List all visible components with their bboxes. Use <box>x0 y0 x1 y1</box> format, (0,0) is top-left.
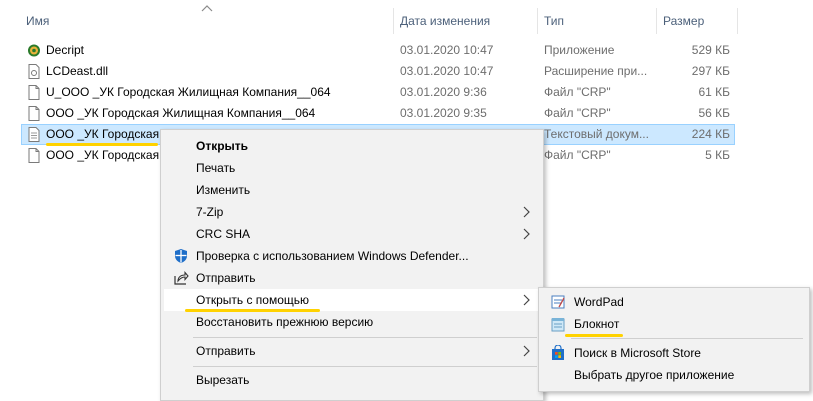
menu-item-label: 7-Zip <box>196 205 224 219</box>
menu-item-open[interactable]: Открыть <box>164 135 540 157</box>
column-size[interactable]: Размер <box>663 14 704 28</box>
submenu-item-choose-other[interactable]: Выбрать другое приложение <box>542 364 806 386</box>
menu-item-defender-scan[interactable]: Проверка с использованием Windows Defend… <box>164 245 540 267</box>
file-row[interactable]: ООО _УК Городская Жилищная Компания__064… <box>21 103 735 124</box>
file-name: Decript <box>46 43 85 57</box>
microsoft-store-icon <box>552 345 564 360</box>
windows-defender-shield-icon <box>175 249 187 263</box>
share-icon <box>174 271 189 285</box>
chevron-right-icon <box>523 228 530 240</box>
file-type: Текстовый докум... <box>544 127 649 141</box>
menu-item-crc-sha[interactable]: CRC SHA <box>164 223 540 245</box>
column-divider[interactable] <box>393 8 394 34</box>
wordpad-icon <box>551 295 565 309</box>
file-name: ООО _УК Городская Ж <box>46 148 174 162</box>
menu-item-label: Отправить <box>196 344 256 358</box>
menu-item-label: Восстановить прежнюю версию <box>196 315 374 329</box>
menu-separator <box>193 337 537 338</box>
sort-ascending-icon[interactable] <box>201 4 213 12</box>
file-date: 03.01.2020 9:36 <box>400 85 487 99</box>
submenu-item-label: Блокнот <box>574 317 620 331</box>
highlight-underline <box>565 334 623 337</box>
submenu-item-label: Поиск в Microsoft Store <box>574 346 701 360</box>
file-size: 56 КБ <box>698 106 730 120</box>
file-row[interactable]: LCDeast.dll 03.01.2020 10:47 Расширение … <box>21 61 735 82</box>
file-icon <box>28 148 40 163</box>
submenu-item-notepad[interactable]: Блокнот <box>542 313 806 335</box>
menu-item-label: Открыть <box>196 139 249 153</box>
chevron-right-icon <box>523 206 530 218</box>
column-date[interactable]: Дата изменения <box>400 14 490 28</box>
submenu-item-label: Выбрать другое приложение <box>574 368 735 382</box>
menu-item-print[interactable]: Печать <box>164 157 540 179</box>
file-date: 03.01.2020 10:47 <box>400 64 494 78</box>
file-row[interactable]: U_ООО _УК Городская Жилищная Компания__0… <box>21 82 735 103</box>
file-row[interactable]: Decript 03.01.2020 10:47 Приложение 529 … <box>21 40 735 61</box>
chevron-right-icon <box>523 345 530 357</box>
chevron-right-icon <box>523 294 530 306</box>
menu-item-label: Печать <box>196 161 236 175</box>
open-with-submenu: WordPad Блокнот Поиск в Microsoft Store … <box>538 287 810 392</box>
menu-item-edit[interactable]: Изменить <box>164 179 540 201</box>
file-size: 297 КБ <box>691 64 730 78</box>
file-size: 61 КБ <box>698 85 730 99</box>
file-size: 529 КБ <box>691 43 730 57</box>
file-size: 5 КБ <box>705 148 730 162</box>
column-name[interactable]: Имя <box>26 14 49 28</box>
menu-item-label: Изменить <box>196 183 251 197</box>
dll-file-icon <box>28 64 40 79</box>
column-type[interactable]: Тип <box>544 14 564 28</box>
app-gear-icon <box>28 44 40 57</box>
menu-item-label: Проверка с использованием Windows Defend… <box>196 249 469 263</box>
menu-item-share[interactable]: Отправить <box>164 267 540 289</box>
file-date: 03.01.2020 9:35 <box>400 106 487 120</box>
file-icon <box>28 106 40 121</box>
column-divider[interactable] <box>537 8 538 34</box>
file-icon <box>28 85 40 100</box>
file-name: ООО _УК Городская Жилищная Компания__064 <box>46 106 316 120</box>
file-type: Файл "CRP" <box>544 148 611 162</box>
file-name: LCDeast.dll <box>46 64 109 78</box>
text-file-icon <box>28 127 40 142</box>
menu-separator <box>571 338 803 339</box>
submenu-item-store[interactable]: Поиск в Microsoft Store <box>542 342 806 364</box>
menu-separator <box>193 366 537 367</box>
submenu-item-wordpad[interactable]: WordPad <box>542 291 806 313</box>
file-size: 224 КБ <box>691 127 730 141</box>
file-type: Файл "CRP" <box>544 85 611 99</box>
menu-item-7zip[interactable]: 7-Zip <box>164 201 540 223</box>
file-date: 03.01.2020 10:47 <box>400 43 494 57</box>
menu-item-label: CRC SHA <box>196 227 251 241</box>
menu-item-label: Открыть с помощью <box>196 293 310 307</box>
file-name: ООО _УК Городская Ж <box>46 127 174 141</box>
context-menu: Открыть Печать Изменить 7-Zip CRC SHA Пр… <box>160 129 544 401</box>
file-name: U_ООО _УК Городская Жилищная Компания__0… <box>46 85 331 99</box>
column-divider[interactable] <box>737 8 738 34</box>
column-divider[interactable] <box>656 8 657 34</box>
menu-item-restore-version[interactable]: Восстановить прежнюю версию <box>164 311 540 333</box>
notepad-icon <box>551 318 565 332</box>
menu-item-open-with[interactable]: Открыть с помощью <box>164 289 540 311</box>
menu-item-send-to[interactable]: Отправить <box>164 340 540 362</box>
menu-item-cut[interactable]: Вырезать <box>164 369 540 391</box>
file-type: Файл "CRP" <box>544 106 611 120</box>
file-type: Приложение <box>544 43 615 57</box>
submenu-item-label: WordPad <box>574 295 624 309</box>
file-type: Расширение при... <box>544 64 648 78</box>
menu-item-label: Вырезать <box>196 373 250 387</box>
menu-item-label: Отправить <box>196 271 256 285</box>
column-header: Имя Дата изменения Тип Размер <box>0 0 813 38</box>
